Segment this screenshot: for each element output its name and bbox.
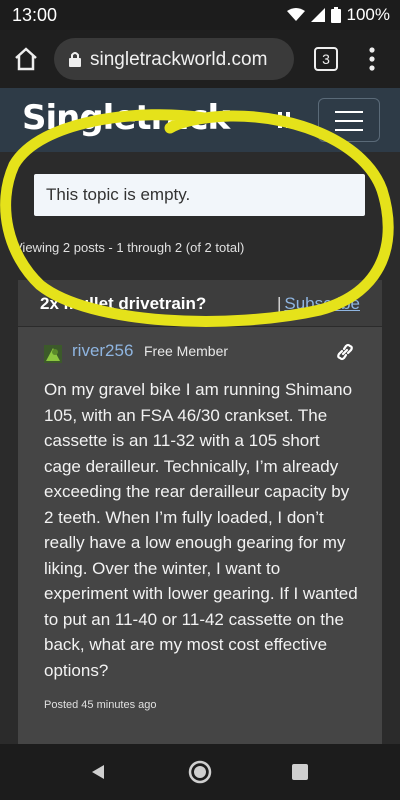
tab-switcher-button[interactable]: 3 (314, 47, 338, 71)
address-bar[interactable]: singletrackworld.com (54, 38, 294, 80)
avatar[interactable] (44, 345, 62, 363)
battery-icon (330, 7, 341, 23)
back-icon[interactable] (90, 764, 106, 780)
post-count: Viewing 2 posts - 1 through 2 (of 2 tota… (14, 240, 245, 255)
lock-icon (69, 52, 81, 67)
home-nav-icon[interactable] (188, 760, 212, 784)
link-icon[interactable] (336, 343, 354, 361)
overflow-menu-icon[interactable] (362, 45, 382, 73)
android-nav-bar (0, 744, 400, 800)
site-logo[interactable]: Singletrack (22, 98, 230, 138)
recents-icon[interactable] (292, 764, 308, 780)
signal-icon (310, 8, 325, 22)
topic-container: 2x mullet drivetrain? | Subscribe river25… (18, 280, 382, 750)
status-bar: 13:00 100% (0, 0, 400, 30)
home-icon[interactable] (12, 45, 40, 73)
status-time: 13:00 (12, 5, 58, 25)
menu-line-icon (335, 129, 363, 131)
menu-line-icon (335, 120, 363, 122)
pause-icon[interactable] (278, 112, 290, 128)
post-author-link[interactable]: river256 (72, 341, 133, 361)
post-body: On my gravel bike I am running Shimano 1… (44, 380, 358, 680)
subscribe-link[interactable]: | Subscribe (277, 294, 360, 314)
main-content: This topic is empty. Viewing 2 posts - 1… (0, 152, 400, 750)
subscribe-separator: | (276, 294, 282, 313)
url-text: singletrackworld.com (90, 49, 268, 70)
member-role: Free Member (144, 343, 229, 359)
empty-topic-notice: This topic is empty. (34, 174, 365, 216)
site-header: Singletrack (0, 88, 400, 152)
menu-line-icon (335, 111, 363, 113)
wifi-icon (286, 8, 305, 21)
post-timestamp: Posted 45 minutes ago (44, 699, 157, 711)
hamburger-menu-button[interactable] (318, 98, 380, 142)
post-card: river256 Free Member On my gravel bike I… (18, 327, 382, 750)
subscribe-label[interactable]: Subscribe (284, 294, 360, 313)
browser-toolbar: singletrackworld.com 3 (0, 30, 400, 88)
topic-title: 2x mullet drivetrain? (40, 294, 207, 313)
battery-percent: 100% (346, 5, 390, 24)
status-icons: 100% (286, 5, 390, 25)
